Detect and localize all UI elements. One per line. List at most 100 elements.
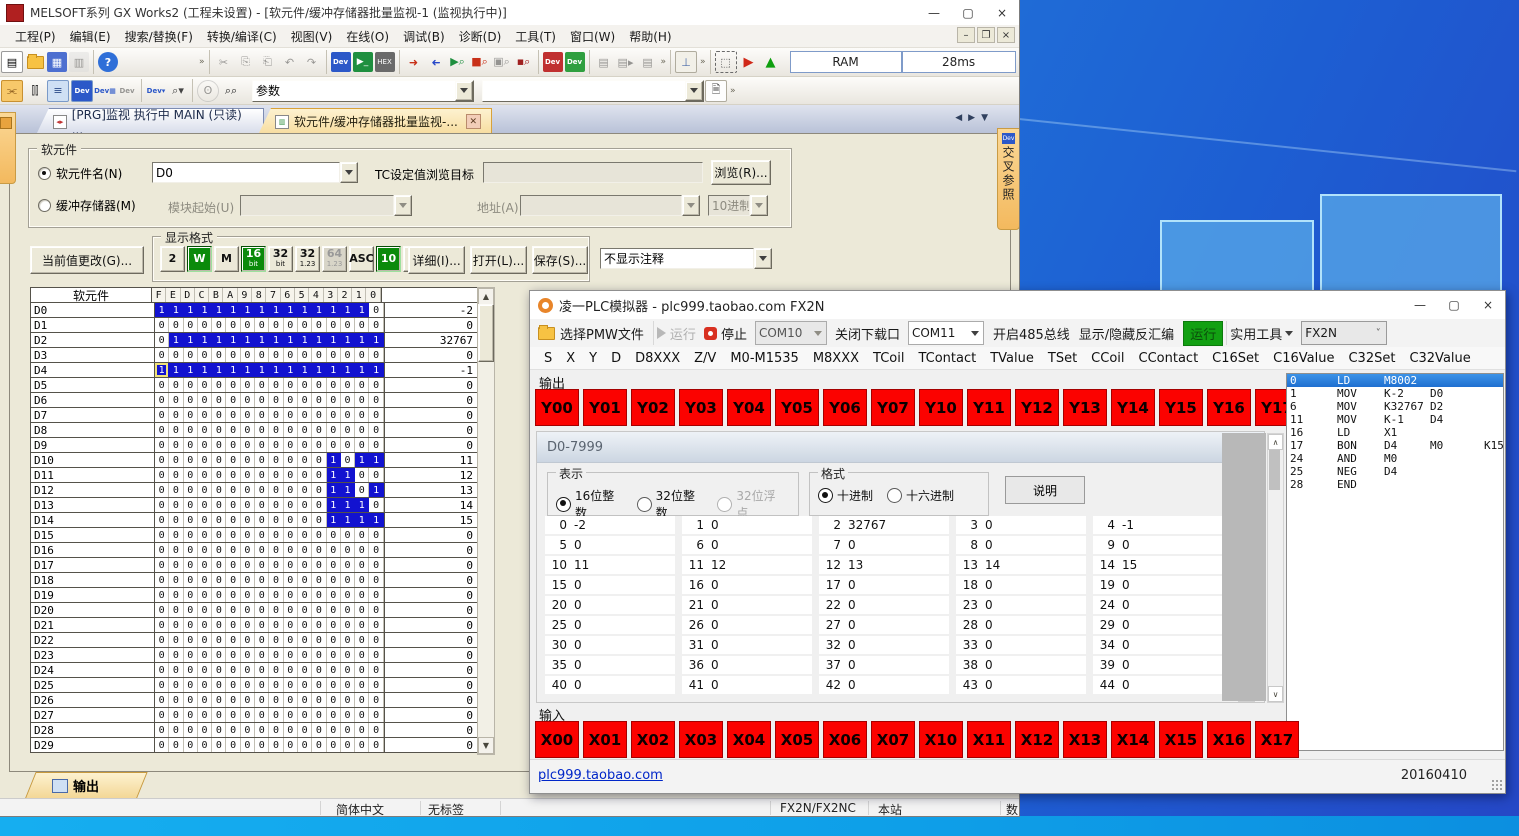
- bit-cell[interactable]: 1: [198, 363, 212, 377]
- output-button-y00[interactable]: Y00: [535, 389, 579, 426]
- bit-cell[interactable]: 0: [226, 618, 240, 632]
- bit-cell[interactable]: 0: [341, 693, 355, 707]
- bit-cell[interactable]: 0: [269, 663, 283, 677]
- bit-cell[interactable]: 1: [212, 333, 226, 347]
- bit-cell[interactable]: 0: [169, 723, 183, 737]
- d-register-cell[interactable]: 230: [956, 596, 1086, 614]
- device-batch-icon[interactable]: Dev: [565, 52, 585, 72]
- bit-cell[interactable]: 0: [198, 318, 212, 332]
- bit-cell[interactable]: 1: [241, 333, 255, 347]
- bit-cell[interactable]: 0: [369, 393, 383, 407]
- nav-item-tvalue[interactable]: TValue: [990, 351, 1034, 366]
- d-register-cell[interactable]: 1314: [956, 556, 1086, 574]
- bit-cell[interactable]: 0: [298, 468, 312, 482]
- bit-cell[interactable]: 1: [298, 303, 312, 317]
- dropdown-icon[interactable]: [685, 81, 703, 101]
- bit-cell[interactable]: 0: [155, 543, 169, 557]
- bit-cell[interactable]: 0: [341, 633, 355, 647]
- d-register-cell[interactable]: 390: [1093, 656, 1223, 674]
- cross-reference-dock-tab[interactable]: Dev 交叉参照: [997, 128, 1020, 230]
- bit-cell[interactable]: 0: [184, 468, 198, 482]
- bit-cell[interactable]: 1: [341, 483, 355, 497]
- bit-cell[interactable]: 0: [226, 438, 240, 452]
- bit-cell[interactable]: 0: [241, 498, 255, 512]
- help-icon[interactable]: ?: [98, 52, 118, 72]
- toggle-disassembly-button[interactable]: 显示/隐藏反汇编: [1079, 324, 1174, 343]
- nav-item-tset[interactable]: TSet: [1048, 351, 1077, 366]
- bit-cell[interactable]: 0: [241, 573, 255, 587]
- device-name-cell[interactable]: D5: [31, 378, 155, 392]
- bit-cell[interactable]: 0: [312, 393, 326, 407]
- bit-cell[interactable]: 0: [241, 603, 255, 617]
- bit-cell[interactable]: 0: [255, 663, 269, 677]
- bit-cell[interactable]: 0: [355, 708, 369, 722]
- input-button-x10[interactable]: X10: [919, 721, 963, 758]
- dropdown-icon[interactable]: [394, 195, 412, 216]
- bit-cell[interactable]: 0: [284, 663, 298, 677]
- bit-cell[interactable]: 0: [241, 468, 255, 482]
- d-register-cell[interactable]: 250: [545, 616, 675, 634]
- bit-cell[interactable]: 0: [369, 423, 383, 437]
- bit-cell[interactable]: 0: [355, 633, 369, 647]
- bit-cell[interactable]: 0: [355, 603, 369, 617]
- instruction-row[interactable]: 28END: [1287, 478, 1503, 491]
- bit-cell[interactable]: 0: [241, 408, 255, 422]
- bit-cell[interactable]: 0: [155, 588, 169, 602]
- value-cell[interactable]: 0: [384, 708, 477, 722]
- bit-cell[interactable]: 0: [169, 393, 183, 407]
- bit-cell[interactable]: 0: [184, 348, 198, 362]
- bit-cell[interactable]: 0: [369, 438, 383, 452]
- nav-item-c16value[interactable]: C16Value: [1273, 351, 1334, 366]
- bit-cell[interactable]: 0: [241, 513, 255, 527]
- bit-cell[interactable]: 0: [169, 513, 183, 527]
- d-register-cell[interactable]: 320: [819, 636, 949, 654]
- bit-cell[interactable]: 0: [284, 618, 298, 632]
- module-start-combobox[interactable]: [240, 195, 412, 216]
- bit-cell[interactable]: 0: [269, 678, 283, 692]
- instruction-row[interactable]: 1MOVK-2D0: [1287, 387, 1503, 400]
- bit-cell[interactable]: 0: [312, 438, 326, 452]
- bit-cell[interactable]: 0: [341, 348, 355, 362]
- bit-cell[interactable]: 1: [269, 363, 283, 377]
- d-register-cell[interactable]: 1213: [819, 556, 949, 574]
- bit-cell[interactable]: 0: [327, 663, 341, 677]
- bit-cell[interactable]: 0: [184, 558, 198, 572]
- bit-cell[interactable]: 0: [284, 453, 298, 467]
- bit-cell[interactable]: 0: [184, 408, 198, 422]
- bit-cell[interactable]: 0: [369, 318, 383, 332]
- bit-cell[interactable]: 0: [212, 723, 226, 737]
- d-register-cell[interactable]: 190: [1093, 576, 1223, 594]
- format-button-32bit[interactable]: 32bit: [268, 246, 293, 272]
- bit-cell[interactable]: 0: [169, 453, 183, 467]
- bit-cell[interactable]: 0: [312, 588, 326, 602]
- device-name-cell[interactable]: D24: [31, 663, 155, 677]
- device-name-cell[interactable]: D21: [31, 618, 155, 632]
- bit-cell[interactable]: 0: [198, 393, 212, 407]
- bit-cell[interactable]: 0: [269, 513, 283, 527]
- bit-cell[interactable]: 0: [241, 483, 255, 497]
- bit-cell[interactable]: 0: [269, 348, 283, 362]
- dropdown-icon[interactable]: [750, 195, 768, 216]
- bit-cell[interactable]: 0: [212, 678, 226, 692]
- bit-cell[interactable]: 0: [355, 663, 369, 677]
- redo-icon[interactable]: ↷: [302, 52, 322, 72]
- bit-cell[interactable]: 0: [169, 543, 183, 557]
- read-plc-icon[interactable]: ➜: [426, 52, 446, 72]
- bit-cell[interactable]: 0: [255, 483, 269, 497]
- bit-cell[interactable]: 0: [284, 438, 298, 452]
- format-button-m[interactable]: M: [214, 246, 239, 272]
- bit-cell[interactable]: 1: [327, 468, 341, 482]
- bit-cell[interactable]: 0: [369, 648, 383, 662]
- find-device-icon[interactable]: ⌕▾: [168, 81, 188, 101]
- bit-cell[interactable]: 0: [169, 678, 183, 692]
- nav-item-x[interactable]: X: [566, 351, 575, 366]
- input-button-x16[interactable]: X16: [1207, 721, 1251, 758]
- device-name-cell[interactable]: D9: [31, 438, 155, 452]
- bit-cell[interactable]: 0: [241, 378, 255, 392]
- value-cell[interactable]: 0: [384, 573, 477, 587]
- bit-cell[interactable]: 0: [184, 678, 198, 692]
- bit-cell[interactable]: 0: [169, 633, 183, 647]
- value-cell[interactable]: -2: [384, 303, 477, 317]
- bit-cell[interactable]: 0: [269, 708, 283, 722]
- scroll-up-icon[interactable]: ∧: [1268, 434, 1283, 450]
